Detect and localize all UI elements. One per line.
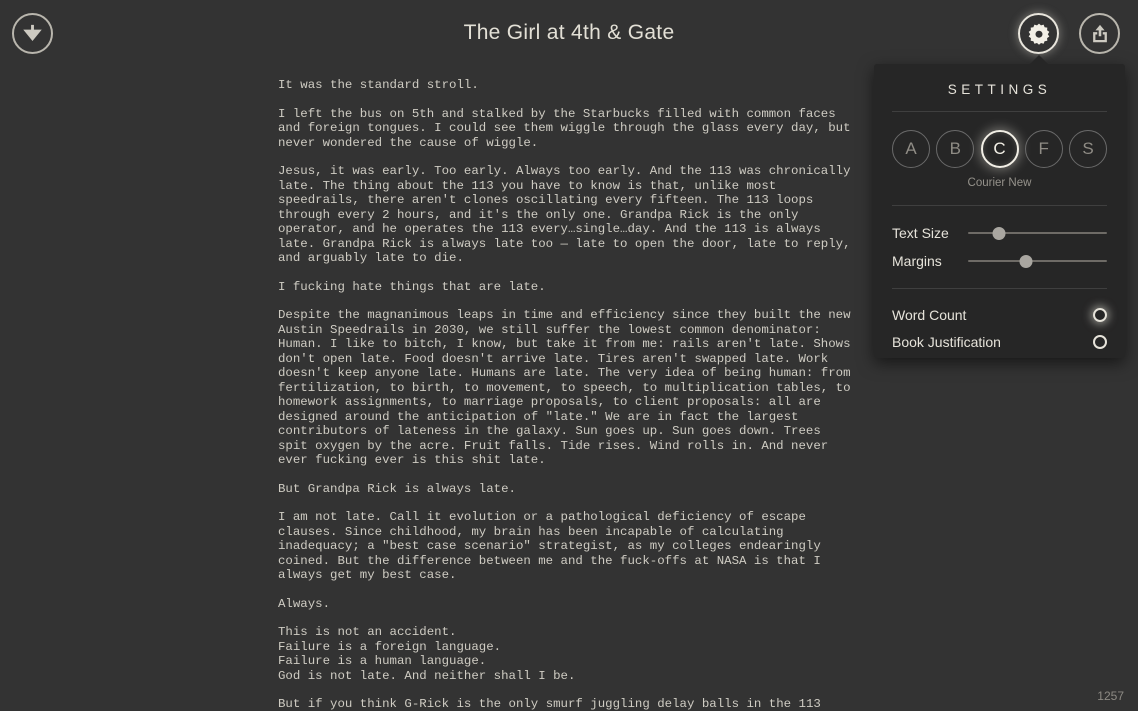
divider	[892, 288, 1107, 289]
toolbar: The Girl at 4th & Gate	[0, 0, 1138, 67]
settings-button[interactable]	[1018, 13, 1059, 54]
font-option-a[interactable]: A	[892, 130, 930, 168]
misspelled-word[interactable]: smurf	[545, 697, 583, 711]
font-option-label: A	[905, 139, 917, 158]
book-justification-toggle-row[interactable]: Book Justification	[892, 328, 1107, 355]
book-justification-radio[interactable]	[1093, 334, 1107, 349]
text-size-slider-knob[interactable]	[992, 227, 1006, 240]
paragraph: Always.	[278, 596, 331, 611]
app-root: The Girl at 4th & Gate It was the standa…	[0, 0, 1138, 711]
font-option-c[interactable]: C	[980, 130, 1019, 168]
word-count-indicator: 1257	[1097, 689, 1124, 703]
book-justification-label: Book Justification	[892, 333, 1001, 350]
font-option-label: C	[993, 139, 1006, 158]
divider	[892, 205, 1107, 206]
word-count-label: Word Count	[892, 306, 967, 323]
paragraph: It was the standard stroll.	[278, 78, 479, 92]
paragraph-with-misspelling: But if you think G-Rick is the only smur…	[278, 697, 852, 711]
document-text[interactable]: It was the standard stroll. I left the b…	[278, 78, 852, 711]
paragraph: Despite the magnanimous leaps in time an…	[278, 308, 858, 467]
share-button[interactable]	[1079, 13, 1120, 54]
paragraph: Jesus, it was early. Too early. Always t…	[278, 164, 858, 265]
settings-panel: SETTINGS A B C F S Courier New Text Size…	[874, 64, 1125, 358]
margins-slider[interactable]	[968, 252, 1107, 270]
settings-panel-title: SETTINGS	[947, 82, 1052, 97]
word-count-radio[interactable]	[1093, 307, 1107, 322]
slider-group: Text Size Margins	[874, 219, 1125, 275]
font-option-s[interactable]: S	[1069, 130, 1107, 168]
margins-label: Margins	[892, 253, 942, 269]
font-option-b[interactable]: B	[936, 130, 975, 168]
margins-slider-knob[interactable]	[1019, 255, 1033, 268]
paragraph: This is not an accident. Failure is a fo…	[278, 625, 576, 683]
text-size-label: Text Size	[892, 225, 949, 241]
gear-icon	[1027, 22, 1051, 46]
selected-font-name: Courier New	[967, 177, 1032, 189]
font-option-label: F	[1038, 139, 1049, 158]
text-size-slider-row: Text Size	[892, 219, 1107, 247]
word-count-toggle-row[interactable]: Word Count	[892, 301, 1107, 328]
paragraph-text-before-misspelling: But if you think G-Rick is the only	[278, 697, 546, 711]
toggle-group: Word Count Book Justification	[874, 301, 1125, 355]
paragraph: I left the bus on 5th and stalked by the…	[278, 106, 858, 150]
font-option-f[interactable]: F	[1024, 130, 1063, 168]
paragraph: I fucking hate things that are late.	[278, 279, 546, 294]
page-title: The Girl at 4th & Gate	[463, 21, 675, 44]
share-upload-icon	[1089, 23, 1111, 45]
paragraph: I am not late. Call it evolution or a pa…	[278, 510, 829, 582]
font-option-label: B	[949, 139, 961, 158]
margins-slider-row: Margins	[892, 247, 1107, 275]
text-size-slider[interactable]	[968, 224, 1107, 242]
settings-panel-notch	[1029, 55, 1049, 65]
paragraph: But Grandpa Rick is always late.	[278, 481, 516, 496]
font-option-label: S	[1082, 139, 1094, 158]
font-selector: A B C F S	[874, 112, 1125, 168]
